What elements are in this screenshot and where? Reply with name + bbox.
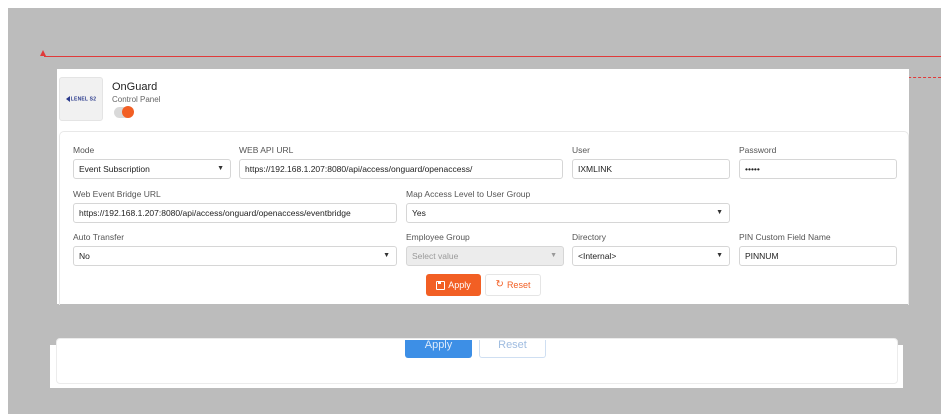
user-label: User xyxy=(572,145,590,155)
employee-group-placeholder: Select value xyxy=(412,251,459,261)
mode-select[interactable]: Event Subscription ▼ xyxy=(73,159,231,179)
annotation-line-1 xyxy=(44,56,941,57)
password-label: Password xyxy=(739,145,777,155)
background-apply-label: Apply xyxy=(424,340,453,351)
map-access-level-label: Map Access Level to User Group xyxy=(406,189,531,199)
employee-group-select: Select value ▼ xyxy=(406,246,564,266)
reset-button[interactable]: ↻ Reset xyxy=(485,274,541,296)
directory-select[interactable]: <Internal> ▼ xyxy=(572,246,730,266)
employee-group-label: Employee Group xyxy=(406,232,470,242)
pin-custom-field-label: PIN Custom Field Name xyxy=(739,232,831,242)
background-reset-button: Reset xyxy=(479,340,546,358)
web-event-bridge-url-label: Web Event Bridge URL xyxy=(73,189,161,199)
settings-form: Mode Event Subscription ▼ WEB API URL htt… xyxy=(59,131,909,305)
background-apply-button: Apply xyxy=(405,340,472,358)
toggle-knob xyxy=(122,106,134,118)
enable-toggle[interactable] xyxy=(114,106,134,118)
user-input[interactable]: IXMLINK xyxy=(572,159,730,179)
mode-label: Mode xyxy=(73,145,95,155)
web-api-url-label: WEB API URL xyxy=(239,145,294,155)
map-access-level-value: Yes xyxy=(412,208,426,218)
pin-custom-field-input[interactable]: PINNUM xyxy=(739,246,897,266)
directory-value: <Internal> xyxy=(578,251,617,261)
panel-subtitle: Control Panel xyxy=(112,95,161,104)
logo-text: LENEL S2 xyxy=(70,96,97,103)
chevron-down-icon: ▼ xyxy=(716,252,723,259)
chevron-down-icon: ▼ xyxy=(550,252,557,259)
onguard-panel: LENEL S2 OnGuard Control Panel Mode Even… xyxy=(57,69,909,305)
chevron-down-icon: ▼ xyxy=(217,165,224,172)
auto-transfer-select[interactable]: No ▼ xyxy=(73,246,397,266)
apply-button[interactable]: Apply xyxy=(426,274,481,296)
panel-title: OnGuard xyxy=(112,81,158,93)
map-access-level-select[interactable]: Yes ▼ xyxy=(406,203,730,223)
reset-label: Reset xyxy=(506,280,531,290)
chevron-down-icon: ▼ xyxy=(383,252,390,259)
auto-transfer-value: No xyxy=(79,251,90,261)
chevron-down-icon: ▼ xyxy=(716,209,723,216)
mode-value: Event Subscription xyxy=(79,164,150,174)
save-icon xyxy=(436,280,446,290)
directory-label: Directory xyxy=(572,232,607,242)
refresh-icon: ↻ xyxy=(495,279,504,290)
background-reset-label: Reset xyxy=(498,340,527,351)
background-card xyxy=(56,338,898,384)
web-api-url-input[interactable]: https://192.168.1.207:8080/api/access/on… xyxy=(239,159,563,179)
logo-wordmark: LENEL S2 xyxy=(65,95,97,103)
lenel-logo: LENEL S2 xyxy=(59,77,103,121)
logo-mark-icon xyxy=(65,95,70,102)
password-input[interactable]: ••••• xyxy=(739,159,897,179)
web-event-bridge-url-input[interactable]: https://192.168.1.207:8080/api/access/on… xyxy=(73,203,397,223)
apply-label: Apply xyxy=(448,280,471,290)
auto-transfer-label: Auto Transfer xyxy=(73,232,125,242)
